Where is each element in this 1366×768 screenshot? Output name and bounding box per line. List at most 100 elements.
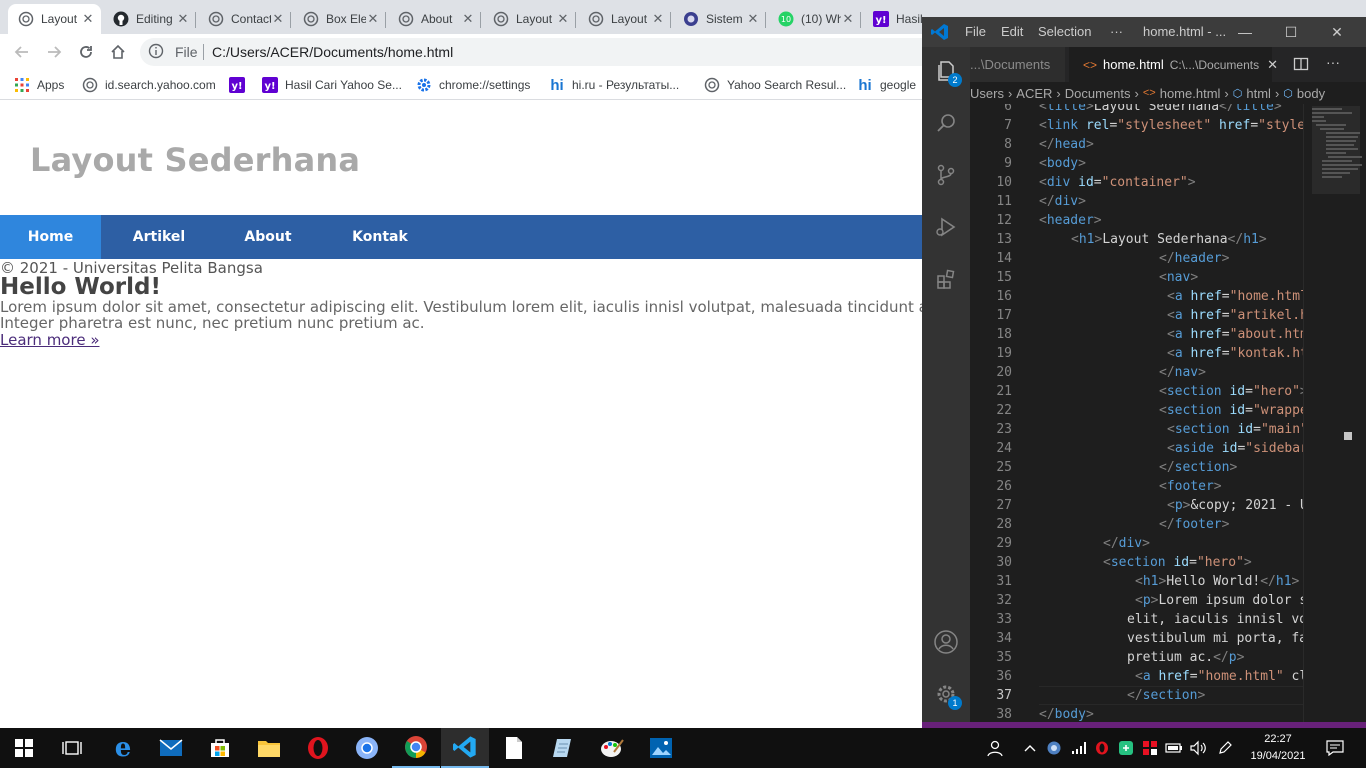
mail-taskbar-button[interactable] (147, 728, 195, 768)
code-line[interactable]: </header> (1159, 249, 1229, 268)
run-debug-button[interactable] (922, 203, 970, 251)
file-explorer-taskbar-button[interactable] (245, 728, 293, 768)
code-editor[interactable]: 6 <title>Layout Sederhana</title> 7 <link r… (970, 104, 1303, 728)
learn-more-link[interactable]: Learn more » (0, 331, 100, 349)
chevron-up-icon[interactable] (1020, 728, 1040, 768)
notepad-taskbar-button[interactable] (490, 728, 538, 768)
manage-button[interactable]: 1 (922, 670, 970, 718)
code-line[interactable]: <h1>Hello World!</h1> (1135, 572, 1299, 591)
task-view-button[interactable] (48, 728, 96, 768)
close-icon[interactable]: ✕ (1267, 57, 1278, 73)
close-icon[interactable]: ✕ (841, 11, 855, 27)
split-editor-icon[interactable] (1293, 56, 1309, 77)
search-button[interactable] (922, 99, 970, 147)
pen-icon[interactable] (1214, 728, 1236, 768)
chromium-tray-icon[interactable] (1044, 728, 1064, 768)
scrollbar-thumb[interactable] (1344, 432, 1352, 440)
code-line[interactable]: </footer> (1159, 515, 1229, 534)
menu-selection[interactable]: Selection (1038, 24, 1091, 39)
nav-artikel[interactable]: Artikel (118, 215, 200, 259)
bookmark-apps[interactable]: Apps (14, 76, 64, 94)
code-line[interactable]: <a href="home.html" (1167, 287, 1303, 306)
code-line[interactable]: <body> (1039, 154, 1086, 173)
code-line[interactable]: <header> (1039, 211, 1102, 230)
code-line[interactable]: </section> (1127, 686, 1205, 705)
system-clock[interactable]: 22:27 19/04/2021 (1246, 731, 1310, 765)
code-line[interactable]: <a href="artikel.html" (1167, 306, 1303, 325)
url-text[interactable]: C:/Users/ACER/Documents/home.html (212, 44, 453, 60)
photos-taskbar-button[interactable] (637, 728, 685, 768)
code-line[interactable]: <footer> (1159, 477, 1222, 496)
bookmark-hasil-cari[interactable]: y! Hasil Cari Yahoo Se... (262, 76, 402, 94)
extensions-button[interactable] (922, 255, 970, 303)
menu-edit[interactable]: Edit (1001, 24, 1023, 39)
close-icon[interactable]: ✕ (461, 11, 475, 27)
back-button[interactable] (10, 40, 34, 64)
tab-sistem[interactable]: Sistem ✕ (673, 4, 766, 34)
code-line[interactable]: <section id="hero"> (1103, 553, 1252, 572)
code-line[interactable]: <p>Lorem ipsum dolor si (1135, 591, 1303, 610)
notes-taskbar-button[interactable] (539, 728, 587, 768)
code-line[interactable]: <p>&copy; 2021 - U (1167, 496, 1303, 515)
breadcrumb-item[interactable]: html (1246, 86, 1271, 101)
chromium-taskbar-button[interactable] (343, 728, 391, 768)
close-icon[interactable]: ✕ (651, 11, 665, 27)
minimize-button[interactable]: — (1230, 21, 1260, 43)
editor-tab-home-html[interactable]: <> home.html C:\...\Documents ✕ (1069, 47, 1278, 82)
reload-button[interactable] (74, 40, 98, 64)
breadcrumb-item[interactable]: ACER (1016, 86, 1052, 101)
code-line[interactable]: <nav> (1159, 268, 1198, 287)
code-line[interactable]: pretium ac.</p> (1127, 648, 1244, 667)
start-button[interactable] (0, 728, 48, 768)
store-taskbar-button[interactable] (196, 728, 244, 768)
code-line[interactable]: elit, iaculis innisl vol (1127, 610, 1303, 629)
code-line[interactable]: vestibulum mi porta, fau (1127, 629, 1303, 648)
code-line[interactable]: <link rel="stylesheet" href="style.css"> (1039, 116, 1303, 135)
nav-kontak[interactable]: Kontak (338, 215, 422, 259)
bookmark-hi-ru[interactable]: hi hi.ru - Результаты... (549, 76, 679, 94)
tab-about[interactable]: About ✕ (388, 4, 481, 34)
code-line[interactable]: </head> (1039, 135, 1094, 154)
code-line[interactable]: <a href="kontak.html" (1167, 344, 1303, 363)
nav-about[interactable]: About (230, 215, 306, 259)
people-icon[interactable] (984, 728, 1006, 768)
code-line[interactable]: </nav> (1159, 363, 1206, 382)
breadcrumb-item[interactable]: Users (970, 86, 1004, 101)
code-line[interactable]: <h1>Layout Sederhana</h1> (1071, 230, 1267, 249)
close-icon[interactable]: ✕ (81, 11, 95, 27)
network-icon[interactable] (1068, 728, 1090, 768)
editor-tab-documents[interactable]: ...\Documents (970, 47, 1065, 82)
maximize-button[interactable]: ☐ (1276, 21, 1306, 43)
forward-button[interactable] (42, 40, 66, 64)
close-window-button[interactable]: ✕ (1322, 21, 1352, 43)
breadcrumb-item[interactable]: body (1297, 86, 1325, 101)
code-line[interactable]: <section id="wrapper"> (1159, 401, 1303, 420)
close-icon[interactable]: ✕ (746, 11, 760, 27)
bookmark-id-search-yahoo[interactable]: id.search.yahoo.com (82, 76, 216, 94)
tab-whatsapp[interactable]: 10 (10) WhatsApp ✕ (768, 4, 861, 34)
close-icon[interactable]: ✕ (176, 11, 190, 27)
opera-tray-icon[interactable] (1092, 728, 1112, 768)
volume-icon[interactable] (1188, 728, 1208, 768)
tab-layout-sederhana[interactable]: Layout Sederhana ✕ (8, 4, 101, 34)
minimap[interactable] (1303, 104, 1366, 728)
code-line[interactable]: <section id="hero"> (1159, 382, 1303, 401)
vscode-taskbar-button[interactable] (441, 728, 489, 768)
edge-taskbar-button[interactable]: e (99, 728, 147, 768)
bookmark-geogle[interactable]: hi geogle (857, 76, 916, 94)
source-control-button[interactable] (922, 151, 970, 199)
paint-taskbar-button[interactable] (588, 728, 636, 768)
close-icon[interactable]: ✕ (271, 11, 285, 27)
home-button[interactable] (106, 40, 130, 64)
nav-home[interactable]: Home (0, 215, 101, 259)
app-tray-icon[interactable] (1116, 728, 1136, 768)
battery-icon[interactable] (1164, 728, 1184, 768)
close-icon[interactable]: ✕ (366, 11, 380, 27)
bookmark-chrome-settings[interactable]: chrome://settings (416, 76, 530, 94)
code-line[interactable]: </section> (1159, 458, 1237, 477)
close-icon[interactable]: ✕ (556, 11, 570, 27)
accounts-button[interactable] (922, 618, 970, 666)
security-tray-icon[interactable] (1140, 728, 1160, 768)
more-actions-icon[interactable]: ··· (1326, 54, 1340, 70)
info-icon[interactable] (148, 43, 164, 64)
